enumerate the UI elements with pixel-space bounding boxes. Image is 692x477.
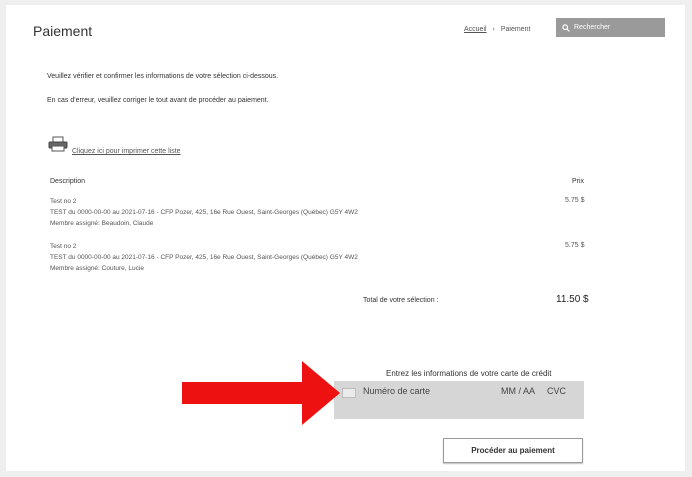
search-box[interactable]: Rechercher (556, 18, 665, 37)
card-info-label: Entrez les informations de votre carte d… (386, 369, 552, 378)
item-member: Membre assigné: Couture, Lucie (50, 265, 144, 272)
item-price: 5.75 $ (565, 197, 585, 204)
card-input-field[interactable]: Numéro de carte MM / AA CVC (334, 381, 584, 419)
proceed-payment-button[interactable]: Procéder au paiement (443, 438, 583, 463)
item-details: TEST du 0000-00-00 au 2021-07-16 - CFP P… (50, 209, 358, 216)
column-header-price: Prix (572, 178, 585, 185)
item-member: Membre assigné: Beaudoin, Claude (50, 220, 154, 227)
intro-line-2: En cas d'erreur, veuillez corriger le to… (47, 97, 269, 104)
breadcrumb-separator: › (492, 26, 495, 33)
red-arrow-icon (182, 361, 340, 425)
card-expiry-input[interactable]: MM / AA (501, 386, 535, 396)
intro-line-1: Veuillez vérifier et confirmer les infor… (47, 73, 279, 80)
breadcrumb-home-link[interactable]: Accueil (464, 26, 487, 33)
total-value: 11.50 $ (556, 294, 589, 305)
breadcrumb: Accueil › Paiement (464, 26, 530, 33)
card-cvc-input[interactable]: CVC (547, 386, 566, 396)
payment-page: Paiement Accueil › Paiement Rechercher V… (6, 5, 685, 471)
card-number-input[interactable]: Numéro de carte (363, 386, 430, 396)
item-details: TEST du 0000-00-00 au 2021-07-16 - CFP P… (50, 254, 358, 261)
printer-icon[interactable] (48, 136, 68, 157)
print-list-link[interactable]: Cliquez ici pour imprimer cette liste (72, 148, 181, 155)
order-row: Test no 2 TEST du 0000-00-00 au 2021-07-… (50, 241, 358, 274)
page-title: Paiement (33, 23, 93, 39)
order-row: Test no 2 TEST du 0000-00-00 au 2021-07-… (50, 196, 358, 229)
breadcrumb-current: Paiement (500, 26, 531, 33)
search-label: Rechercher (574, 24, 611, 31)
item-name: Test no 2 (50, 198, 77, 205)
search-icon (562, 23, 570, 32)
item-price: 5.75 $ (565, 242, 585, 249)
credit-card-icon (342, 388, 356, 398)
item-name: Test no 2 (50, 243, 77, 250)
total-label: Total de votre sélection : (363, 297, 439, 304)
column-header-description: Description (50, 178, 86, 185)
